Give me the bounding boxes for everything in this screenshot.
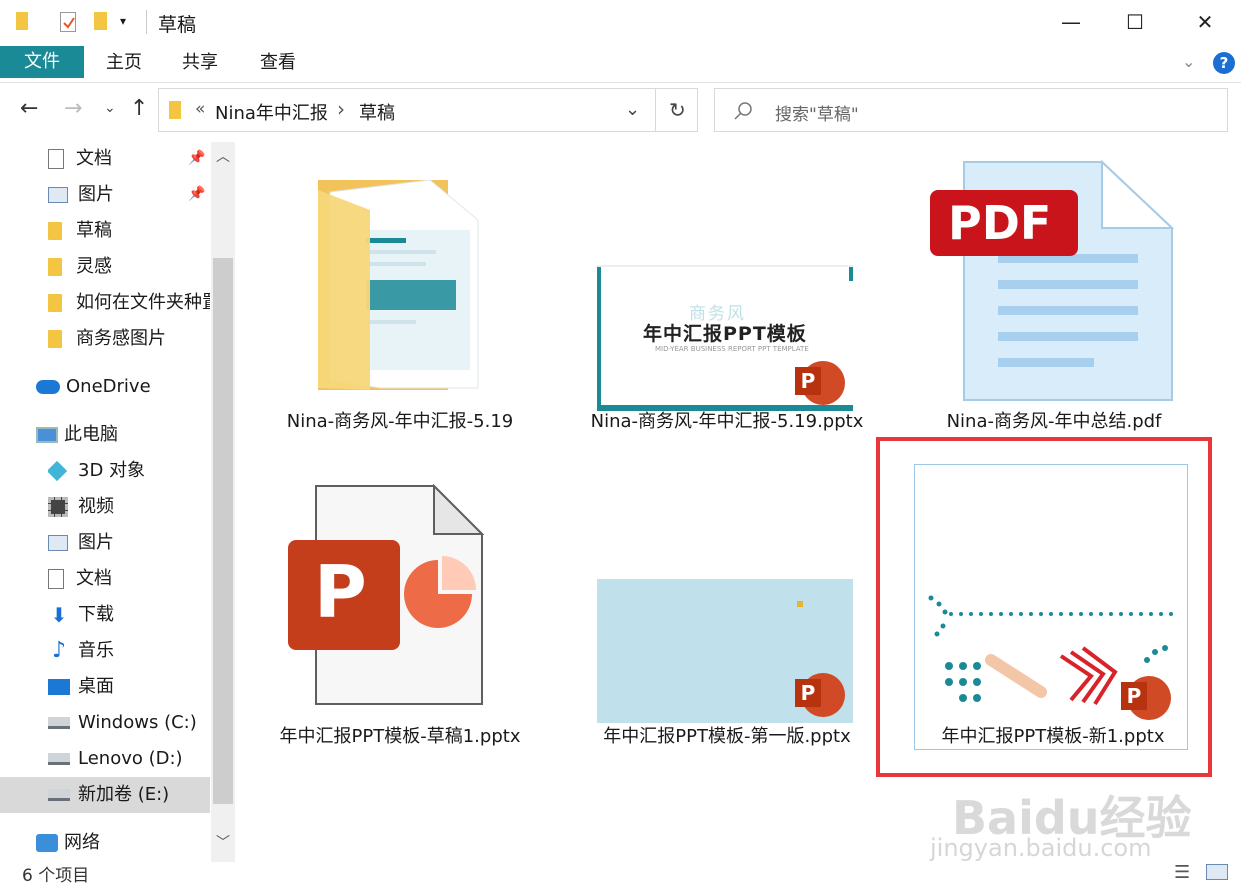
pictures-icon — [48, 535, 68, 551]
file-name-1[interactable]: Nina-商务风-年中汇报-5.19 — [250, 409, 550, 434]
pdf-thumbnail[interactable]: PDF — [924, 156, 1175, 406]
watermark-url: jingyan.baidu.com — [930, 834, 1152, 862]
item-count: 6 个项目 — [22, 866, 90, 886]
sidebar-item-drafts[interactable]: 草稿 — [48, 214, 208, 248]
sidebar-item-3d-objects[interactable]: 3D 对象 — [48, 454, 208, 488]
powerpoint-badge-icon: P — [795, 673, 845, 717]
new-folder-icon[interactable] — [94, 12, 107, 30]
pictures-icon — [48, 187, 68, 203]
title-divider — [146, 10, 147, 34]
sidebar-item-business-pictures[interactable]: 商务感图片 — [48, 322, 208, 356]
document-icon — [48, 149, 64, 169]
sidebar-item-downloads[interactable]: ⬇ 下载 — [48, 598, 208, 632]
cube-icon — [48, 460, 68, 482]
windows-drive-icon — [48, 717, 70, 729]
tab-home[interactable]: 主页 — [86, 46, 162, 80]
customize-qat-chevron-icon[interactable]: ▾ — [120, 14, 126, 28]
slide-title: 年中汇报PPT模板 — [643, 323, 807, 345]
sidebar-item-desktop[interactable]: 桌面 — [48, 670, 208, 704]
scroll-down-chevron-icon[interactable]: ﹀ — [216, 832, 230, 852]
breadcrumb-overflow[interactable]: « — [195, 99, 205, 119]
sidebar-item-documents-pc[interactable]: 文档 — [48, 562, 208, 596]
details-view-icon[interactable]: ☰ — [1174, 862, 1190, 883]
pdf-badge: PDF — [948, 196, 1052, 250]
pptx-thumbnail[interactable]: P — [597, 579, 853, 723]
drive-icon — [48, 789, 70, 801]
large-icons-view-icon[interactable] — [1206, 864, 1228, 880]
sidebar-item-documents[interactable]: 文档 — [48, 142, 208, 176]
breadcrumb-drafts[interactable]: 草稿 — [359, 99, 395, 125]
forward-arrow-icon[interactable]: → — [64, 96, 82, 121]
sidebar-item-drive-c[interactable]: Windows (C:) — [48, 706, 208, 740]
breadcrumb-separator: › — [337, 97, 345, 121]
address-dropdown-chevron-icon[interactable]: ⌄ — [625, 99, 640, 120]
slide-left-bar — [597, 267, 601, 411]
breadcrumb-nina[interactable]: Nina年中汇报 — [215, 99, 328, 125]
file-name-5[interactable]: 年中汇报PPT模板-第一版.pptx — [577, 724, 877, 749]
document-icon — [48, 569, 64, 589]
ppt-letter: P — [314, 550, 367, 634]
network-icon — [36, 834, 58, 852]
sidebar-item-this-pc[interactable]: 此电脑 — [36, 418, 208, 452]
sidebar-item-folder-howto[interactable]: 如何在文件夹种置 — [48, 286, 210, 320]
film-icon — [48, 497, 68, 517]
folder-icon — [48, 330, 62, 348]
file-name-3[interactable]: Nina-商务风-年中总结.pdf — [904, 409, 1204, 434]
pptx-thumbnail[interactable]: 商务风 年中汇报PPT模板 MID-YEAR BUSINESS REPORT P… — [597, 265, 853, 411]
search-icon — [734, 102, 752, 120]
scrollbar-thumb[interactable] — [213, 258, 233, 804]
highlight-annotation-box — [876, 437, 1212, 777]
expand-ribbon-chevron-icon[interactable]: ⌄ — [1182, 52, 1195, 71]
file-name-2[interactable]: Nina-商务风-年中汇报-5.19.pptx — [577, 409, 877, 434]
desktop-icon — [48, 679, 70, 695]
window-title: 草稿 — [158, 14, 197, 36]
search-box[interactable]: 搜索"草稿" — [714, 88, 1228, 132]
file-name-4[interactable]: 年中汇报PPT模板-草稿1.pptx — [250, 724, 550, 749]
cloud-icon — [36, 380, 60, 394]
tab-view[interactable]: 查看 — [240, 46, 316, 80]
scroll-up-chevron-icon[interactable]: ︿ — [216, 146, 230, 166]
music-note-icon: ♪ — [51, 638, 67, 663]
slide-dot — [797, 601, 803, 607]
powerpoint-badge-icon: P — [795, 361, 845, 405]
folder-icon — [169, 101, 181, 119]
sidebar-item-drive-e[interactable]: 新加卷 (E:) — [48, 778, 208, 812]
refresh-icon[interactable]: ↻ — [669, 98, 686, 122]
up-arrow-icon[interactable]: ↑ — [130, 96, 148, 121]
computer-icon — [36, 427, 58, 443]
sidebar-item-inspiration[interactable]: 灵感 — [48, 250, 208, 284]
tab-share[interactable]: 共享 — [162, 46, 238, 80]
slide-subtitle: MID-YEAR BUSINESS REPORT PPT TEMPLATE — [655, 345, 809, 353]
folder-icon — [48, 222, 62, 240]
powerpoint-file-icon[interactable]: P — [284, 483, 494, 708]
folder-thumbnail[interactable] — [300, 150, 500, 400]
pin-icon[interactable]: 📌 — [188, 186, 205, 202]
pin-icon[interactable]: 📌 — [188, 150, 205, 166]
tab-file[interactable]: 文件 — [0, 46, 84, 78]
sidebar-item-drive-d[interactable]: Lenovo (D:) — [48, 742, 208, 776]
back-arrow-icon[interactable]: ← — [20, 96, 38, 121]
title-bar: ▾ 草稿 — ☐ ✕ — [0, 0, 1241, 44]
address-bar[interactable]: « Nina年中汇报 › 草稿 ⌄ ↻ — [158, 88, 698, 132]
download-arrow-icon: ⬇ — [50, 603, 68, 627]
properties-icon[interactable] — [60, 12, 76, 32]
slide-right-mark — [849, 267, 853, 281]
sidebar-item-music[interactable]: ♪ 音乐 — [48, 634, 208, 668]
sidebar-item-onedrive[interactable]: OneDrive — [36, 370, 208, 404]
folder-icon — [16, 12, 28, 30]
sidebar-item-videos[interactable]: 视频 — [48, 490, 208, 524]
recent-locations-chevron-icon[interactable]: ⌄ — [104, 100, 116, 116]
close-button[interactable]: ✕ — [1174, 0, 1236, 44]
drive-icon — [48, 753, 70, 765]
folder-icon — [48, 294, 62, 312]
help-icon[interactable]: ? — [1213, 52, 1235, 74]
search-input[interactable]: 搜索"草稿" — [775, 100, 859, 125]
folder-icon — [48, 258, 62, 276]
minimize-button[interactable]: — — [1040, 0, 1102, 44]
maximize-button[interactable]: ☐ — [1104, 0, 1166, 44]
address-divider — [655, 89, 656, 131]
sidebar-item-network[interactable]: 网络 — [36, 826, 208, 860]
sidebar-item-pictures[interactable]: 图片 — [48, 178, 208, 212]
sidebar-item-pictures-pc[interactable]: 图片 — [48, 526, 208, 560]
